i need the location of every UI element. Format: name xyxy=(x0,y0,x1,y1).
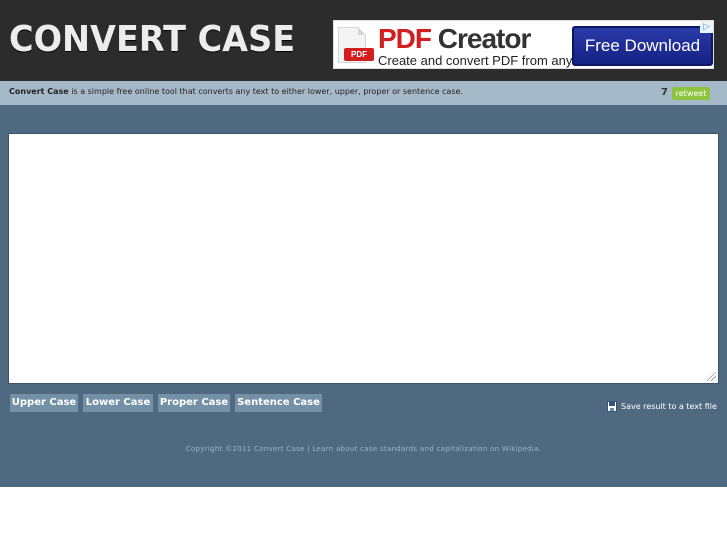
footer-copyright: Copyright ©2011 Convert Case | Learn abo… xyxy=(185,445,542,453)
ad-banner[interactable]: PDF PDF Creator Create and convert PDF f… xyxy=(333,20,714,69)
adchoices-icon[interactable]: ▷ xyxy=(700,21,713,33)
upper-case-button[interactable]: Upper Case xyxy=(10,394,78,412)
lower-case-button[interactable]: Lower Case xyxy=(83,394,153,412)
ad-title: PDF Creator xyxy=(378,23,531,54)
info-bar: Convert Case is a simple free online too… xyxy=(0,81,727,105)
text-input[interactable] xyxy=(8,133,719,384)
resize-handle-icon[interactable] xyxy=(707,372,716,381)
pdf-badge: PDF xyxy=(344,48,374,61)
main-panel: Upper Case Lower Case Proper Case Senten… xyxy=(0,105,727,487)
save-to-file-link[interactable]: Save result to a text file xyxy=(607,399,717,413)
site-description: Convert Case is a simple free online too… xyxy=(9,87,463,96)
retweet-count: 7 xyxy=(661,87,668,98)
sentence-case-button[interactable]: Sentence Case xyxy=(235,394,322,412)
free-download-button[interactable]: Free Download xyxy=(572,26,713,66)
ad-subtitle: Create and convert PDF from any file. xyxy=(378,53,597,68)
save-label: Save result to a text file xyxy=(621,401,717,411)
site-header: CONVERT CASE PDF PDF Creator Create and … xyxy=(0,0,727,81)
retweet-button[interactable]: retweet xyxy=(672,87,710,100)
brand-name: Convert Case xyxy=(9,87,69,96)
floppy-disk-icon xyxy=(607,400,617,412)
wikipedia-link[interactable]: Learn about case standards and capitaliz… xyxy=(312,445,541,453)
proper-case-button[interactable]: Proper Case xyxy=(158,394,230,412)
site-logo[interactable]: CONVERT CASE xyxy=(9,18,295,62)
